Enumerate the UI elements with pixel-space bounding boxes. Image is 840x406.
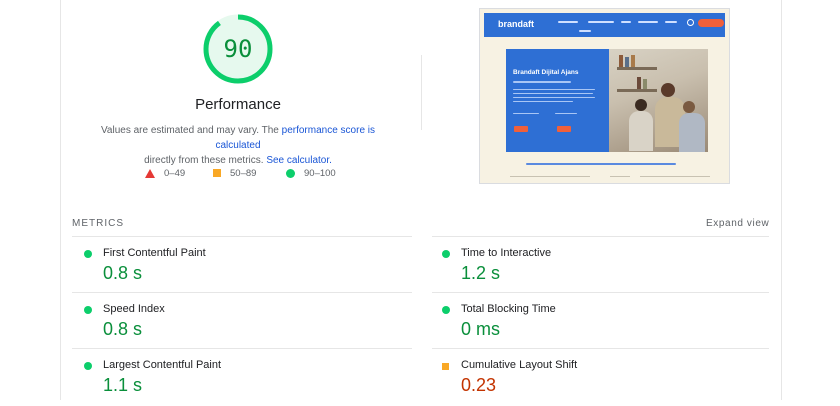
photo-book [619,55,623,67]
red-triangle-icon [145,168,155,178]
nav-placeholder [579,30,591,32]
metric-name: Cumulative Layout Shift [461,359,578,371]
performance-description: Values are estimated and may vary. The p… [82,123,394,168]
site-navbar: brandaft [484,13,725,37]
nav-placeholder [638,21,658,23]
photo-book [637,77,641,89]
green-circle-icon [84,362,92,370]
metrics-heading: METRICS [72,218,124,229]
hero-text-line [555,113,577,114]
hero-text-line [513,93,593,94]
legend-label: 90–100 [304,167,336,179]
hero-button [514,126,528,132]
final-screenshot[interactable]: brandaft Brandaft Dijital Ajans [479,8,730,184]
photo-book [631,55,635,67]
metrics-divider [432,348,769,349]
metric-value: 0 ms [461,319,501,339]
green-circle-icon [84,250,92,258]
desc-text-2: directly from these metrics. [144,155,267,166]
hero-text-line [513,81,571,83]
metrics-divider [432,292,769,293]
green-circle-icon [442,306,450,314]
green-circle-icon [84,306,92,314]
see-calculator-link[interactable]: See calculator. [266,155,332,166]
site-banner-text [526,163,676,165]
hero-text-line [513,113,539,114]
metrics-divider [72,236,412,237]
footer-line [640,176,710,177]
desc-text-1: Values are estimated and may vary. The [100,125,282,136]
photo-person [629,111,653,151]
photo-shelf [617,67,657,70]
metric-time-to-interactive: Time to Interactive 1.2 s [430,238,760,294]
legend-label: 0–49 [164,167,186,179]
photo-shelf [617,89,657,92]
footer-line [610,176,630,177]
site-logo: brandaft [498,19,534,29]
performance-score: 90 [223,35,253,63]
site-hero-title: Brandaft Dijital Ajans [513,69,579,76]
photo-book [643,79,647,89]
metrics-divider [72,292,412,293]
photo-person [635,99,647,111]
orange-square-icon [213,169,221,177]
green-circle-icon [286,168,295,178]
hero-button [557,126,571,132]
site-cta-pill [698,19,724,27]
photo-person [661,83,675,97]
site-search-icon [687,19,694,26]
expand-view-toggle[interactable]: Expand view [706,218,769,229]
metric-name: First Contentful Paint [103,247,206,259]
green-circle-icon [442,250,450,258]
nav-placeholder [665,21,677,23]
photo-person [679,113,705,152]
metric-value: 0.23 [461,375,497,395]
hero-text-line [513,101,573,102]
metric-name: Time to Interactive [461,247,552,259]
hero-text-line [513,89,595,90]
metric-name: Largest Contentful Paint [103,359,222,371]
metric-value: 1.1 s [103,375,143,395]
legend-item-average: 50–89 [213,166,256,180]
orange-square-icon [442,363,449,370]
metrics-divider [72,348,412,349]
performance-title: Performance [195,96,281,113]
metric-value: 0.8 s [103,263,143,283]
metric-value: 0.8 s [103,319,143,339]
site-hero-photo [609,49,708,152]
metric-cumulative-layout-shift: Cumulative Layout Shift 0.23 [430,350,760,406]
metric-speed-index: Speed Index 0.8 s [72,294,402,350]
metric-first-contentful-paint: First Contentful Paint 0.8 s [72,238,402,294]
metric-name: Total Blocking Time [461,303,556,315]
metric-largest-contentful-paint: Largest Contentful Paint 1.1 s [72,350,402,406]
nav-placeholder [558,21,578,23]
column-divider [421,55,422,130]
nav-placeholder [588,21,614,23]
nav-placeholder [621,21,631,23]
legend-item-poor: 0–49 [145,166,185,180]
metric-total-blocking-time: Total Blocking Time 0 ms [430,294,760,350]
metric-value: 1.2 s [461,263,501,283]
metric-name: Speed Index [103,303,165,315]
photo-person [683,101,695,113]
footer-line [510,176,590,177]
metrics-divider [432,236,769,237]
hero-text-line [513,97,595,98]
legend-item-good: 90–100 [286,166,336,180]
photo-book [625,57,629,67]
legend-label: 50–89 [230,167,257,179]
